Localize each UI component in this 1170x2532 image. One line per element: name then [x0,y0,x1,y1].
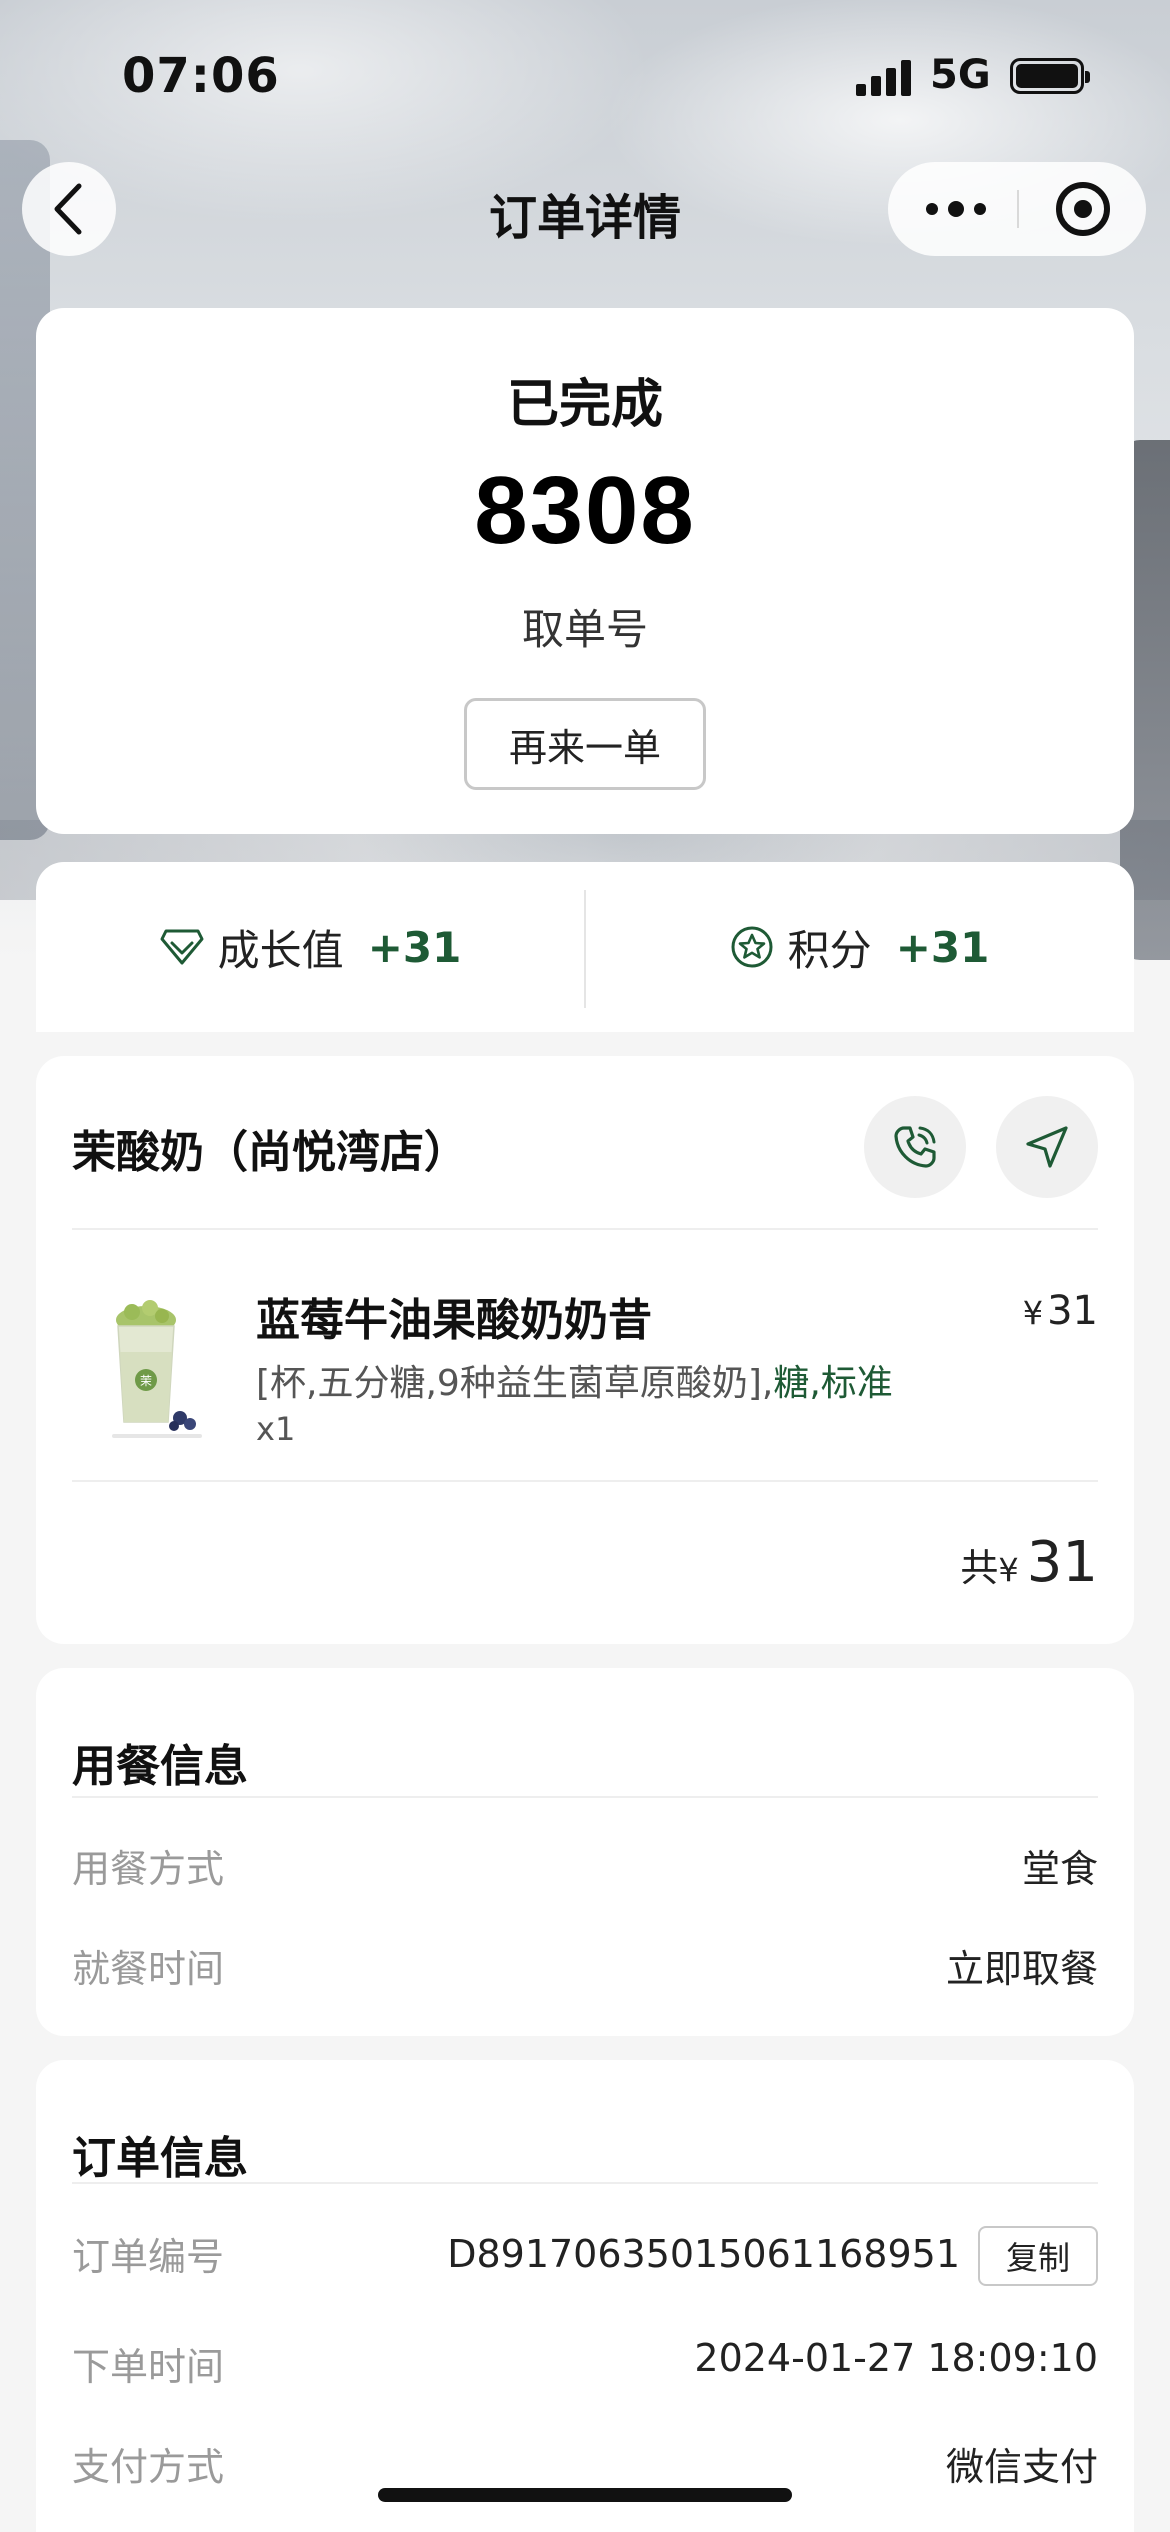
home-indicator[interactable] [378,2488,792,2502]
copy-order-number-button[interactable]: 复制 [978,2226,1098,2286]
navigate-store-button[interactable] [996,1096,1098,1198]
growth-value: +31 [367,922,462,972]
dine-mode-value: 堂食 [1021,1847,1098,1891]
phone-icon [894,1126,936,1168]
product-spec: [杯,五分糖,9种益生菌草原酸奶],糖,标准 [256,1354,893,1406]
order-info-title: 订单信息 [72,2133,248,2184]
product-spec-main: [杯,五分糖,9种益生菌草原酸奶], [256,1363,774,1404]
payment-method-value: 微信支付 [945,2445,1098,2489]
capsule-divider [1017,190,1019,228]
dine-time-value: 立即取餐 [945,1947,1098,1991]
status-bar: 07:06 5G [0,0,1170,150]
call-store-button[interactable] [864,1096,966,1198]
order-info-divider [72,2182,1098,2184]
growth-value-item: 成长值 +31 [36,862,585,1032]
product-spec-highlight: 糖,标准 [773,1363,893,1404]
product-divider [72,1480,1098,1482]
star-badge-icon [731,926,773,968]
mini-program-capsule [888,162,1146,256]
order-total: 共¥ 31 [960,1530,1098,1595]
total-amount: 31 [1026,1530,1098,1595]
product-price-value: 31 [1047,1288,1098,1334]
order-number-value: D89170635015061168951 [447,2232,960,2276]
product-quantity: x1 [256,1410,296,1448]
rewards-card: 成长值 +31 积分 +31 [36,862,1134,1032]
order-status-text: 已完成 [506,375,663,435]
order-time-value: 2024-01-27 18:09:10 [694,2336,1098,2380]
order-status-card: 已完成 8308 取单号 再来一单 [36,308,1134,834]
svg-text:茉: 茉 [140,1374,152,1388]
dine-info-divider [72,1796,1098,1798]
order-time-label: 下单时间 [72,2345,225,2389]
product-image: 茉 [88,1282,226,1452]
dine-info-card: 用餐信息 用餐方式 堂食 就餐时间 立即取餐 [36,1668,1134,2036]
diamond-icon [160,929,204,965]
store-order-card: 茉酸奶（尚悦湾店） 茉 蓝莓牛油果酸奶奶昔 ¥31 [杯,五分糖,9种益生菌草原… [36,1056,1134,1644]
dine-time-label: 就餐时间 [72,1947,225,1991]
pickup-number: 8308 [474,457,696,564]
product-name: 蓝莓牛油果酸奶奶昔 [256,1295,652,1346]
product-price-symbol: ¥ [1022,1294,1044,1332]
more-dots-icon[interactable] [926,198,986,220]
points-label: 积分 [787,925,872,975]
store-divider [72,1228,1098,1230]
signal-icon [856,60,916,96]
store-name: 茉酸奶（尚悦湾店） [72,1127,468,1178]
order-info-card: 订单信息 订单编号 D89170635015061168951 复制 下单时间 … [36,2060,1134,2532]
battery-icon [1010,58,1090,94]
order-number-label: 订单编号 [72,2235,225,2279]
reorder-button[interactable]: 再来一单 [464,698,706,790]
dine-mode-label: 用餐方式 [72,1847,225,1891]
network-type: 5G [930,52,991,98]
status-time: 07:06 [122,48,280,104]
pickup-number-label: 取单号 [521,605,648,654]
target-icon[interactable] [1056,182,1110,236]
growth-label: 成长值 [217,925,344,975]
dine-info-title: 用餐信息 [72,1741,248,1792]
total-prefix: 共 [960,1546,999,1590]
points-item: 积分 +31 [585,862,1134,1032]
total-symbol: ¥ [998,1551,1019,1589]
navigation-arrow-icon [1026,1126,1068,1168]
points-value: +31 [895,922,990,972]
product-price: ¥31 [1023,1288,1098,1334]
payment-method-label: 支付方式 [72,2445,225,2489]
